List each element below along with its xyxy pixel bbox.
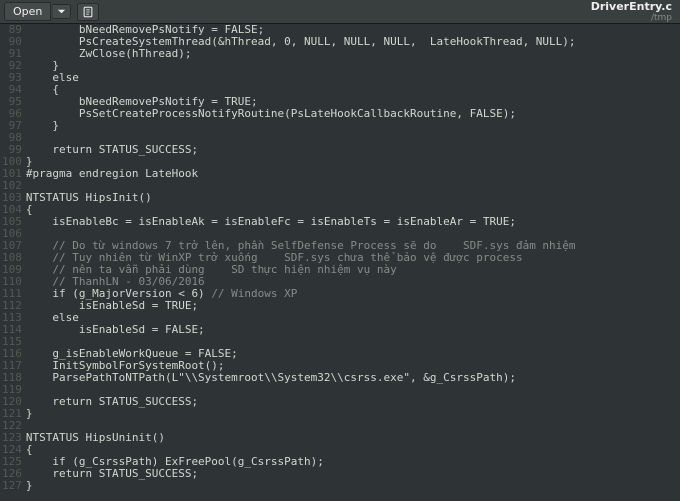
open-recent-dropdown[interactable] (53, 4, 71, 19)
window-title-filename: DriverEntry.c (591, 0, 672, 13)
window-title-path: /tmp (591, 13, 672, 23)
code-content[interactable]: bNeedRemovePsNotify = FALSE; PsCreateSys… (26, 24, 680, 501)
toolbar: Open DriverEntry.c /tmp (0, 0, 680, 24)
new-document-icon (82, 6, 94, 18)
title-area: DriverEntry.c /tmp (591, 0, 676, 23)
line-number-gutter: 89 90 91 92 93 94 95 96 97 98 99 100 101… (0, 24, 26, 501)
editor-area[interactable]: 89 90 91 92 93 94 95 96 97 98 99 100 101… (0, 24, 680, 501)
chevron-down-icon (57, 7, 66, 16)
new-document-button[interactable] (77, 3, 99, 21)
open-button[interactable]: Open (4, 2, 51, 21)
